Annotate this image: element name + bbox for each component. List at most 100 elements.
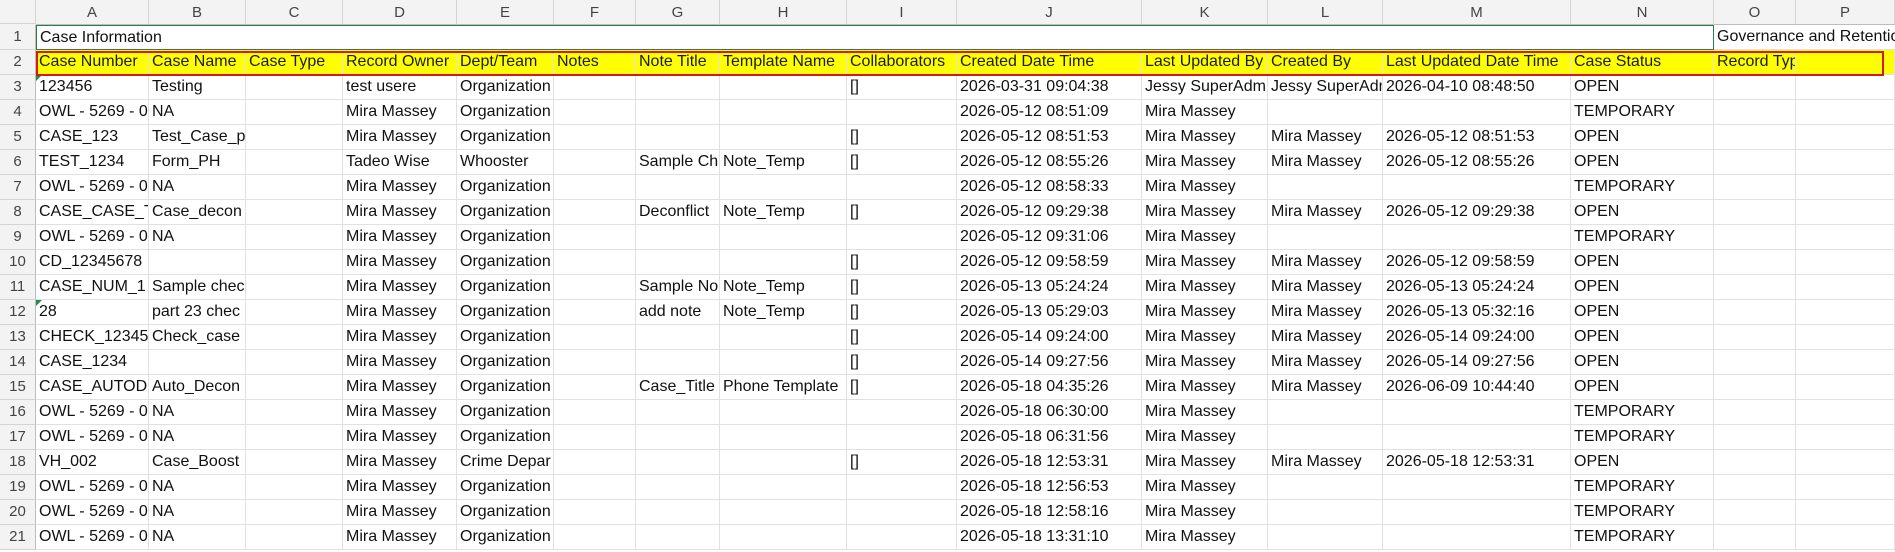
table-cell[interactable]: Mira Massey (1142, 275, 1268, 300)
table-cell[interactable]: Mira Massey (1142, 125, 1268, 150)
table-cell[interactable] (554, 325, 636, 350)
table-cell[interactable] (246, 175, 343, 200)
table-cell[interactable]: 2026-05-18 04:35:26 (957, 375, 1142, 400)
table-cell[interactable]: Note_Temp (720, 150, 847, 175)
table-cell[interactable] (149, 350, 246, 375)
table-cell[interactable] (554, 400, 636, 425)
table-cell[interactable]: OWL - 5269 - 0 (36, 175, 149, 200)
table-cell[interactable]: OPEN (1571, 200, 1714, 225)
table-cell[interactable] (847, 425, 957, 450)
table-cell[interactable] (246, 500, 343, 525)
table-cell[interactable]: Mira Massey (343, 475, 457, 500)
table-cell[interactable]: Jessy SuperAdmin (1268, 75, 1383, 100)
row-header[interactable]: 2 (0, 50, 36, 75)
table-cell[interactable] (246, 475, 343, 500)
row-header[interactable]: 19 (0, 475, 36, 500)
row-header[interactable]: 1 (0, 25, 36, 50)
column-title-cell[interactable]: Last Updated Date Time (1383, 50, 1571, 75)
table-cell[interactable] (1796, 425, 1895, 450)
table-cell[interactable]: OWL - 5269 - 0 (36, 425, 149, 450)
table-cell[interactable] (246, 400, 343, 425)
table-cell[interactable]: TEMPORARY (1571, 525, 1714, 550)
table-cell[interactable]: Organization (457, 525, 554, 550)
table-cell[interactable] (1268, 525, 1383, 550)
table-cell[interactable] (1714, 175, 1796, 200)
table-cell[interactable]: CASE_NUM_1 (36, 275, 149, 300)
column-title-cell[interactable]: Case Name (149, 50, 246, 75)
table-cell[interactable] (1796, 125, 1895, 150)
column-header-l[interactable]: L (1268, 0, 1383, 25)
table-cell[interactable]: Testing (149, 75, 246, 100)
table-cell[interactable]: OPEN (1571, 350, 1714, 375)
table-cell[interactable]: Sample chec (149, 275, 246, 300)
table-cell[interactable] (1714, 500, 1796, 525)
table-cell[interactable] (1714, 125, 1796, 150)
column-header-m[interactable]: M (1383, 0, 1571, 25)
table-cell[interactable] (246, 350, 343, 375)
table-cell[interactable]: Organization (457, 225, 554, 250)
table-cell[interactable]: 2026-05-14 09:27:56 (957, 350, 1142, 375)
table-cell[interactable]: Form_PH (149, 150, 246, 175)
table-cell[interactable]: Mira Massey (1268, 350, 1383, 375)
table-cell[interactable] (1383, 500, 1571, 525)
table-cell[interactable]: Organization (457, 325, 554, 350)
table-cell[interactable] (554, 100, 636, 125)
table-cell[interactable]: [] (847, 75, 957, 100)
table-cell[interactable]: 2026-05-18 06:31:56 (957, 425, 1142, 450)
column-header-f[interactable]: F (554, 0, 636, 25)
table-cell[interactable] (1796, 300, 1895, 325)
table-cell[interactable] (1268, 400, 1383, 425)
table-cell[interactable]: 2026-03-31 09:04:38 (957, 75, 1142, 100)
table-cell[interactable] (636, 425, 720, 450)
table-cell[interactable] (636, 325, 720, 350)
table-cell[interactable]: Organization (457, 275, 554, 300)
table-cell[interactable]: OPEN (1571, 325, 1714, 350)
table-cell[interactable] (246, 275, 343, 300)
row-header[interactable]: 14 (0, 350, 36, 375)
table-cell[interactable]: Organization (457, 175, 554, 200)
table-cell[interactable]: Organization (457, 75, 554, 100)
table-cell[interactable]: OPEN (1571, 275, 1714, 300)
table-cell[interactable] (1796, 75, 1895, 100)
table-cell[interactable]: OPEN (1571, 450, 1714, 475)
table-cell[interactable]: Mira Massey (1142, 525, 1268, 550)
column-title-cell[interactable]: Collaborators (847, 50, 957, 75)
table-cell[interactable]: OPEN (1571, 375, 1714, 400)
table-cell[interactable] (1796, 475, 1895, 500)
table-cell[interactable] (720, 400, 847, 425)
column-title-cell[interactable]: Note Title (636, 50, 720, 75)
table-cell[interactable] (1796, 400, 1895, 425)
table-cell[interactable] (1268, 175, 1383, 200)
table-cell[interactable]: Mira Massey (1142, 450, 1268, 475)
table-cell[interactable] (1796, 525, 1895, 550)
table-cell[interactable] (720, 325, 847, 350)
row-header[interactable]: 13 (0, 325, 36, 350)
table-cell[interactable] (1383, 175, 1571, 200)
column-header-p[interactable]: P (1796, 0, 1895, 25)
table-cell[interactable]: Case_Title (636, 375, 720, 400)
column-header-e[interactable]: E (457, 0, 554, 25)
table-cell[interactable]: Mira Massey (1142, 150, 1268, 175)
table-cell[interactable]: Mira Massey (343, 500, 457, 525)
table-cell[interactable]: Mira Massey (1142, 250, 1268, 275)
table-cell[interactable]: 2026-05-18 12:56:53 (957, 475, 1142, 500)
row-header[interactable]: 11 (0, 275, 36, 300)
table-cell[interactable]: Mira Massey (343, 325, 457, 350)
table-cell[interactable]: Mira Massey (1142, 500, 1268, 525)
table-cell[interactable] (554, 425, 636, 450)
table-cell[interactable] (1796, 500, 1895, 525)
table-cell[interactable]: Case_decon (149, 200, 246, 225)
column-header-k[interactable]: K (1142, 0, 1268, 25)
table-cell[interactable]: Organization (457, 100, 554, 125)
row-header[interactable]: 21 (0, 525, 36, 550)
table-cell[interactable]: OPEN (1571, 125, 1714, 150)
table-cell[interactable]: Whooster (457, 150, 554, 175)
table-cell[interactable] (1714, 300, 1796, 325)
column-header-b[interactable]: B (149, 0, 246, 25)
table-cell[interactable]: Mira Massey (1268, 275, 1383, 300)
table-cell[interactable] (554, 475, 636, 500)
table-cell[interactable]: NA (149, 400, 246, 425)
table-cell[interactable] (554, 275, 636, 300)
table-cell[interactable] (1796, 450, 1895, 475)
table-cell[interactable]: TEMPORARY (1571, 425, 1714, 450)
